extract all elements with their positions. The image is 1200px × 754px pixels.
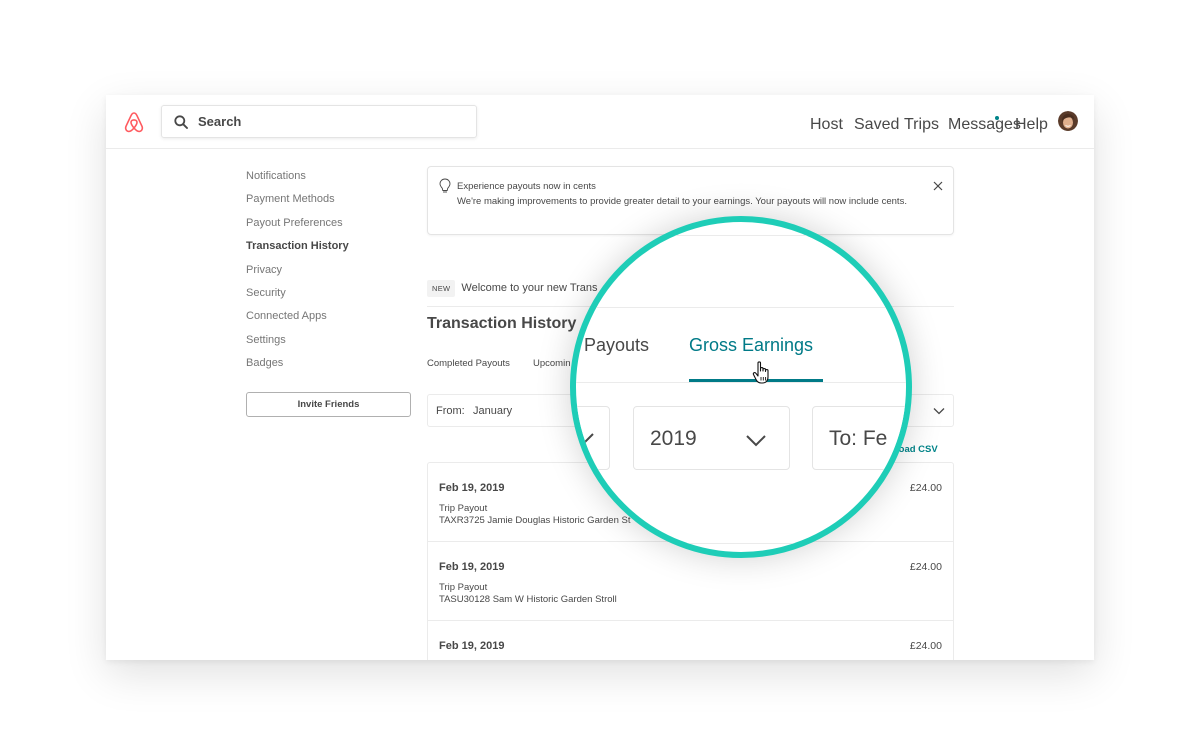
magnified-year-select[interactable]: 2019 xyxy=(633,406,790,470)
magnified-divider xyxy=(576,382,906,383)
chevron-down-icon xyxy=(933,408,945,415)
nav-trips[interactable]: Trips xyxy=(904,116,939,134)
tab-upcoming-payouts[interactable]: Upcomin xyxy=(533,358,571,369)
transaction-type: Trip Payout xyxy=(439,503,488,514)
sidebar-item-privacy[interactable]: Privacy xyxy=(246,262,416,285)
transaction-amount: £24.00 xyxy=(909,482,942,494)
transaction-type: Trip Payout xyxy=(439,582,488,593)
transaction-date: Feb 19, 2019 xyxy=(439,640,505,652)
nav-saved[interactable]: Saved xyxy=(854,116,899,134)
sidebar-item-badges[interactable]: Badges xyxy=(246,355,416,378)
magnified-divider xyxy=(576,235,906,236)
magnified-to-select[interactable]: To: Fe xyxy=(812,406,906,470)
nav-messages[interactable]: Messages xyxy=(948,116,1021,134)
transaction-date: Feb 19, 2019 xyxy=(439,482,505,494)
from-label: From: xyxy=(436,405,465,417)
magnified-tab-payouts[interactable]: Payouts xyxy=(584,335,649,356)
hand-cursor-icon xyxy=(752,361,769,384)
transaction-description: TASU30128 Sam W Historic Garden Stroll xyxy=(439,594,617,605)
sidebar-item-transaction-history[interactable]: Transaction History xyxy=(246,238,416,261)
magnifier-lens: v Trans y Payouts Gross Earnings 2019 To… xyxy=(570,216,912,558)
avatar[interactable] xyxy=(1058,111,1078,131)
settings-sidebar: Notifications Payment Methods Payout Pre… xyxy=(246,168,416,417)
magnified-divider xyxy=(576,543,906,544)
new-badge: NEW xyxy=(427,279,456,297)
magnified-announcement-fragment: v Trans xyxy=(570,279,607,291)
magnified-content: v Trans y Payouts Gross Earnings 2019 To… xyxy=(570,222,906,552)
banner-message: We're making improvements to provide gre… xyxy=(457,196,907,207)
sidebar-item-security[interactable]: Security xyxy=(246,285,416,308)
notification-dot xyxy=(995,116,999,120)
transaction-date: Feb 19, 2019 xyxy=(439,561,505,573)
sidebar-item-notifications[interactable]: Notifications xyxy=(246,168,416,191)
close-icon[interactable] xyxy=(931,179,945,193)
search-field[interactable] xyxy=(161,105,477,138)
magnified-from-select[interactable] xyxy=(576,406,610,470)
sidebar-item-payment-methods[interactable]: Payment Methods xyxy=(246,191,416,214)
user-photo-icon xyxy=(1058,111,1078,131)
chevron-down-icon xyxy=(576,433,594,445)
transaction-amount: £24.00 xyxy=(909,640,942,652)
to-label: To: Fe xyxy=(829,427,888,450)
magnified-tab-gross-earnings[interactable]: Gross Earnings xyxy=(689,335,813,356)
search-input[interactable] xyxy=(198,114,448,129)
announcement: NEW Welcome to your new Trans xyxy=(427,278,598,298)
invite-friends-button[interactable]: Invite Friends xyxy=(246,392,411,417)
transaction-amount: £24.00 xyxy=(909,561,942,573)
page-title: Transaction History xyxy=(427,315,577,332)
nav-host[interactable]: Host xyxy=(810,116,843,134)
sidebar-item-payout-preferences[interactable]: Payout Preferences xyxy=(246,215,416,238)
magnified-row-fragment: oric Garden St xyxy=(570,515,632,526)
search-icon xyxy=(174,114,188,129)
sidebar-item-connected-apps[interactable]: Connected Apps xyxy=(246,308,416,331)
banner-title: Experience payouts now in cents xyxy=(457,181,596,192)
nav-help[interactable]: Help xyxy=(1015,116,1048,134)
transaction-row[interactable]: Feb 19, 2019 £24.00 xyxy=(428,621,953,660)
transaction-row[interactable]: Feb 19, 2019 Trip Payout TASU30128 Sam W… xyxy=(428,542,953,621)
chevron-down-icon xyxy=(746,435,766,447)
sidebar-item-settings[interactable]: Settings xyxy=(246,332,416,355)
tab-completed-payouts[interactable]: Completed Payouts xyxy=(427,358,510,369)
top-header: Host Saved Trips Messages Help xyxy=(106,95,1094,149)
year-value: 2019 xyxy=(650,427,697,450)
from-month-value: January xyxy=(473,405,513,417)
magnified-divider xyxy=(576,307,906,308)
lightbulb-icon xyxy=(439,178,451,193)
airbnb-logo-icon[interactable] xyxy=(123,110,145,134)
